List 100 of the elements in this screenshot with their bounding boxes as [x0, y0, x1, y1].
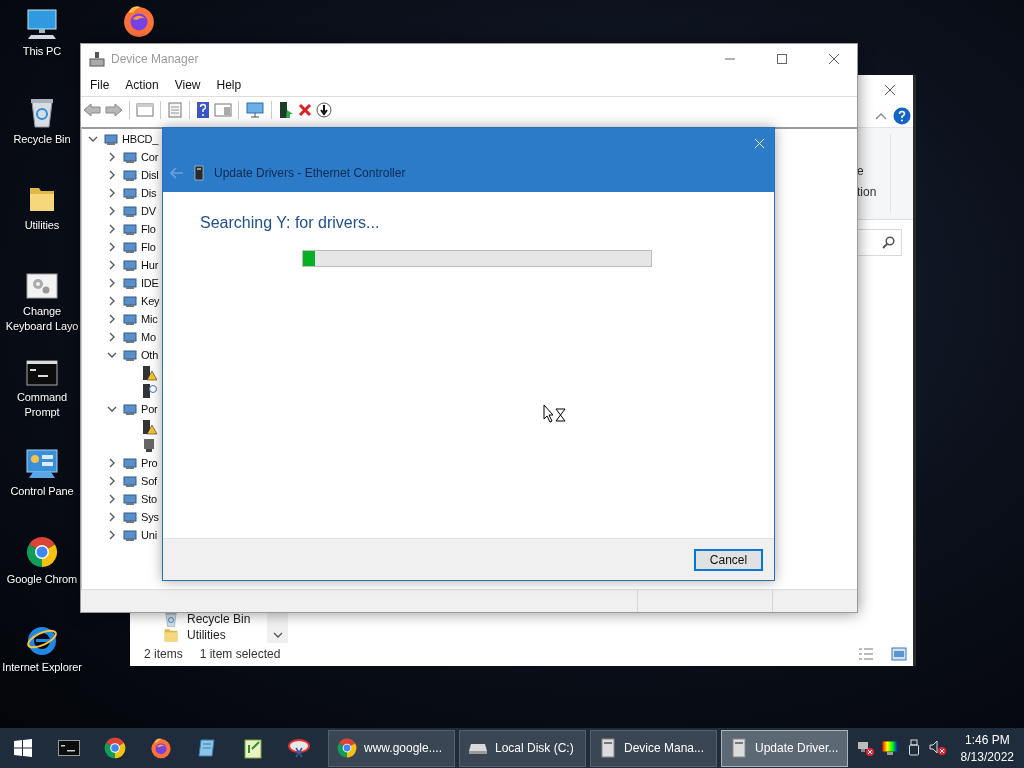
desktop-icon-label[interactable]: Control Pane	[10, 484, 74, 499]
monitor-icon[interactable]	[245, 102, 265, 118]
tree-item-label[interactable]: Pro	[141, 457, 158, 469]
expand-chevron-icon[interactable]	[107, 530, 117, 540]
status-text: 1 item selected	[199, 646, 281, 661]
download-icon[interactable]	[316, 102, 332, 118]
nav-item-icon	[163, 627, 179, 643]
desktop-shortcut-icon[interactable]	[26, 272, 58, 300]
expand-chevron-icon[interactable]	[107, 188, 117, 198]
device-icon	[122, 185, 138, 201]
chevron-down-icon[interactable]	[272, 632, 283, 639]
desktop-icon-label[interactable]: Utilities	[24, 218, 60, 233]
desktop-shortcut-icon[interactable]	[26, 536, 58, 568]
expand-chevron-icon[interactable]	[107, 314, 117, 324]
expand-chevron-icon[interactable]	[107, 404, 117, 414]
uninstall-icon[interactable]	[298, 103, 312, 117]
speaker-muted-icon[interactable]	[928, 740, 947, 756]
menu-item[interactable]: File	[82, 77, 118, 92]
tree-item-label[interactable]: Cor	[141, 151, 159, 163]
tree-item-label[interactable]: Key	[141, 295, 160, 307]
ribbon-button-label[interactable]: tion	[857, 185, 890, 199]
expand-chevron-icon[interactable]	[107, 458, 117, 468]
firefox-shortcut-icon[interactable]	[122, 4, 156, 38]
tree-item-label[interactable]: Flo	[141, 241, 156, 253]
tree-item-label[interactable]: Mic	[141, 313, 158, 325]
desktop-icon-label[interactable]: Google Chrom	[6, 572, 78, 587]
tree-item-label[interactable]: DV	[141, 205, 156, 217]
tree-item-label[interactable]: Dis	[141, 187, 157, 199]
device-icon	[122, 311, 138, 327]
expand-chevron-icon[interactable]	[107, 206, 117, 216]
nav-item-label[interactable]: Utilities	[187, 628, 226, 642]
expand-chevron-icon[interactable]	[107, 152, 117, 162]
desktop-icon-label[interactable]: Recycle Bin	[13, 132, 71, 147]
back-icon[interactable]	[83, 102, 101, 118]
expand-chevron-icon[interactable]	[107, 350, 117, 360]
close-icon	[884, 84, 896, 96]
windows-logo-icon	[14, 739, 32, 757]
large-icons-view-icon[interactable]	[891, 646, 907, 661]
desktop-icon-label[interactable]: This PC	[22, 44, 62, 59]
menu-item[interactable]: Help	[208, 77, 250, 92]
taskbar-window-button[interactable]: Update Driver...	[721, 729, 848, 767]
expand-chevron-icon[interactable]	[107, 224, 117, 234]
desktop-shortcut-icon[interactable]	[26, 360, 58, 386]
device-icon	[122, 257, 138, 273]
help-icon[interactable]	[893, 107, 911, 125]
tree-item-label[interactable]: Hur	[141, 259, 159, 271]
device-icon	[122, 221, 138, 237]
tree-item-label[interactable]: Disl	[141, 169, 159, 181]
expand-chevron-icon[interactable]	[107, 170, 117, 180]
taskbar-window-button[interactable]: www.google....	[328, 729, 455, 767]
chrome-icon	[337, 738, 357, 758]
desktop-shortcut-icon[interactable]	[26, 624, 58, 656]
tree-item-label[interactable]: Mo	[141, 331, 156, 343]
tree-item-label[interactable]: Sys	[141, 511, 159, 523]
device-icon	[122, 167, 138, 183]
display-color-icon[interactable]	[880, 740, 899, 756]
tree-item-label[interactable]: Uni	[141, 529, 157, 541]
device-icon	[122, 473, 138, 489]
tree-item-label[interactable]: Sof	[141, 475, 157, 487]
tree-item-label[interactable]: Oth	[141, 349, 159, 361]
device-icon	[122, 239, 138, 255]
taskbar-window-button[interactable]: Device Mana...	[590, 729, 717, 767]
forward-icon[interactable]	[105, 102, 123, 118]
menu-item[interactable]: View	[166, 77, 209, 92]
expand-chevron-icon[interactable]	[107, 278, 117, 288]
expand-chevron-icon[interactable]	[107, 242, 117, 252]
expand-chevron-icon[interactable]	[107, 494, 117, 504]
menu-item[interactable]: Action	[117, 77, 167, 92]
ribbon-button-label[interactable]: e	[857, 164, 890, 178]
desktop-shortcut-icon[interactable]	[25, 8, 59, 40]
device-icon	[122, 329, 138, 345]
desktop-icon-label[interactable]: Command Prompt	[2, 390, 82, 420]
expand-chevron-icon[interactable]	[107, 512, 117, 522]
tree-item-label[interactable]: HBCD_	[122, 133, 159, 145]
update-driver-icon[interactable]	[278, 101, 294, 119]
tree-item-label[interactable]: Sto	[141, 493, 157, 505]
search-icon	[882, 235, 895, 249]
cancel-button[interactable]: Cancel	[694, 548, 763, 571]
expand-chevron-icon[interactable]	[107, 260, 117, 270]
device-icon	[122, 491, 138, 507]
expand-chevron-icon[interactable]	[107, 296, 117, 306]
expand-chevron-icon[interactable]	[107, 332, 117, 342]
help-icon[interactable]	[196, 101, 210, 119]
network-disconnected-icon[interactable]	[856, 740, 875, 756]
expand-chevron-icon[interactable]	[107, 476, 117, 486]
nav-item-label[interactable]: Recycle Bin	[187, 612, 251, 626]
desktop-icon-label[interactable]: Internet Explorer	[2, 660, 82, 675]
tree-item-label[interactable]: Flo	[141, 223, 156, 235]
expand-chevron-icon[interactable]	[88, 134, 98, 144]
busy-cursor-icon	[543, 404, 567, 424]
tree-item-label[interactable]: IDE	[141, 277, 159, 289]
drive-icon	[468, 741, 488, 755]
clock-date[interactable]: 8/13/2022	[960, 749, 1014, 764]
taskbar-window-button[interactable]: Local Disk (C:)	[459, 729, 586, 767]
desktop-icon-label[interactable]: Change Keyboard Layo	[2, 304, 82, 334]
tree-item-label[interactable]: Por	[141, 403, 158, 415]
desktop-shortcut-icon[interactable]	[25, 448, 59, 480]
clock-time[interactable]: 1:46 PM	[964, 732, 1010, 747]
device-icon	[122, 509, 138, 525]
chevron-up-icon[interactable]	[875, 112, 887, 120]
